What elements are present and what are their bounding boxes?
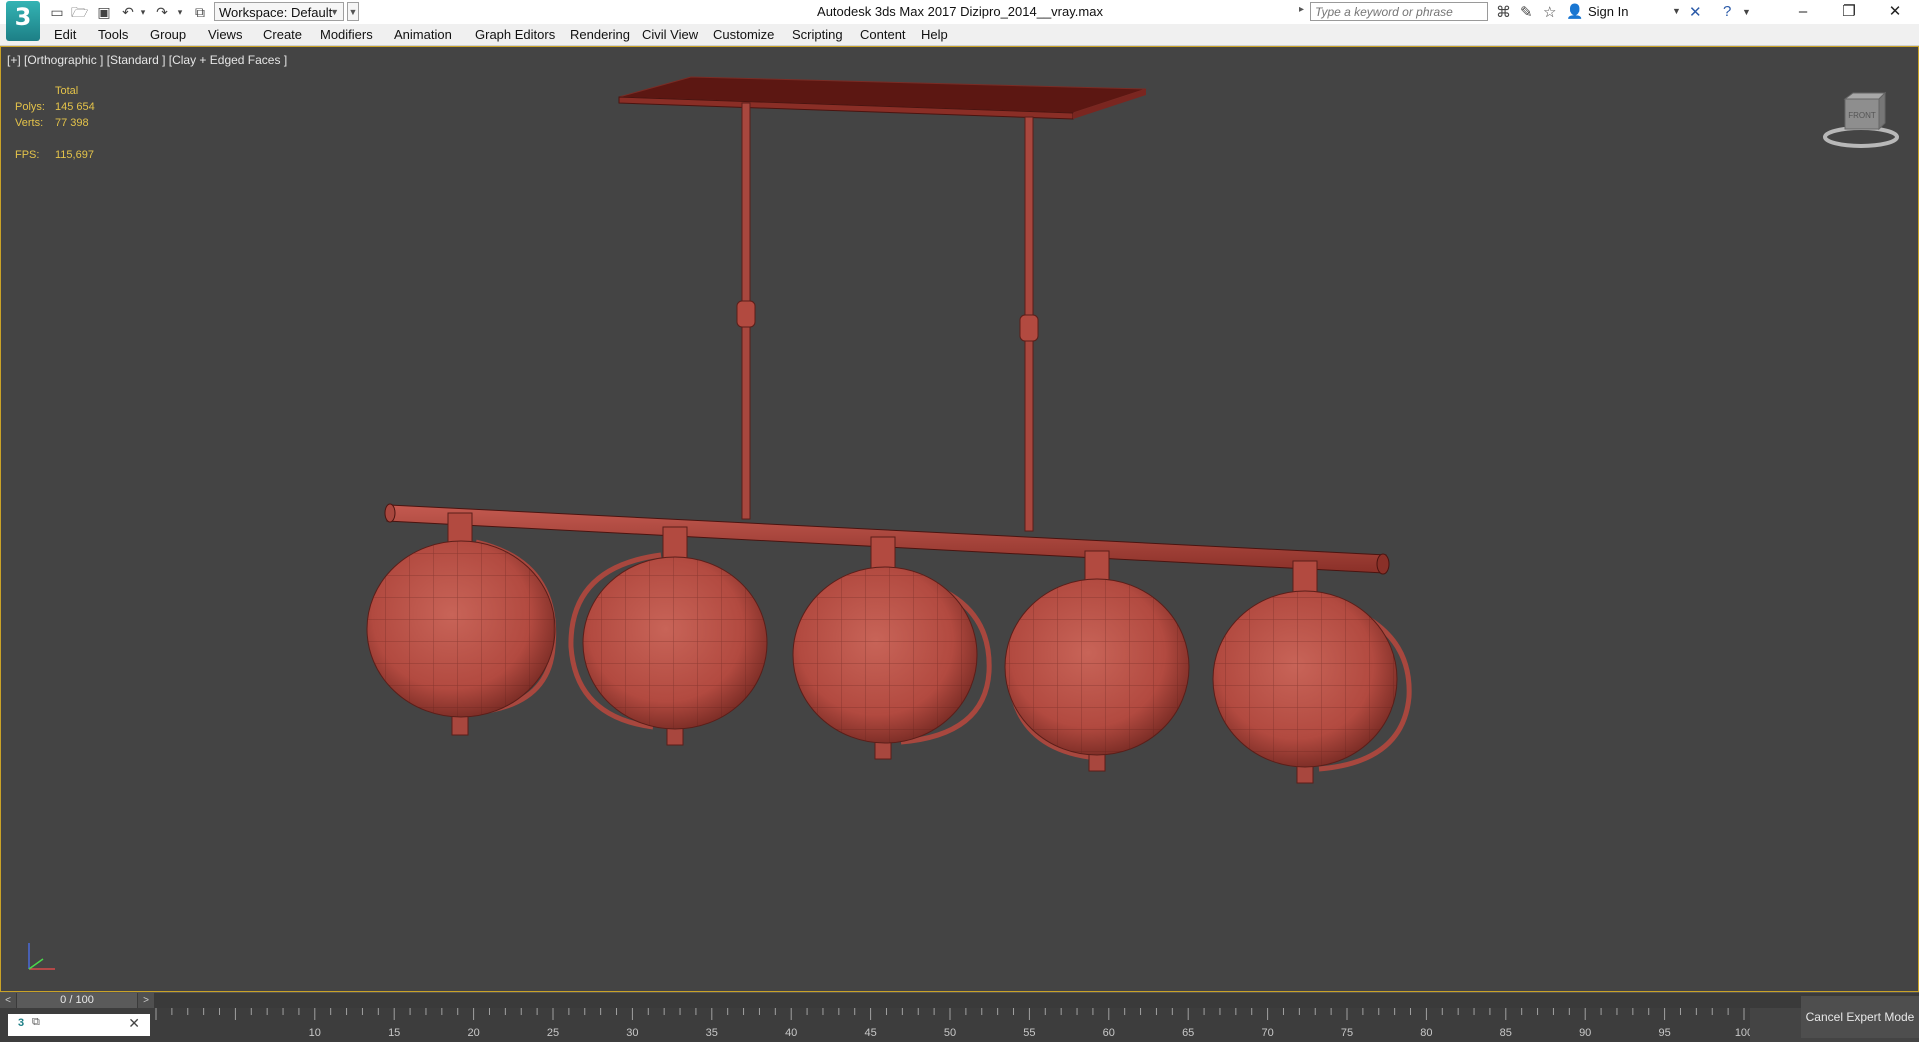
menu-graph-editors[interactable]: Graph Editors <box>471 24 559 45</box>
minimize-button[interactable]: – <box>1780 0 1826 24</box>
redo-icon[interactable]: ↷ <box>154 3 170 21</box>
menu-animation[interactable]: Animation <box>390 24 456 45</box>
new-file-icon[interactable]: ▭ <box>49 3 65 21</box>
app-icon: 3 <box>18 1017 25 1029</box>
chevron-down-icon: ▼ <box>330 7 339 17</box>
project-folder-icon[interactable]: ⧉ <box>192 3 208 21</box>
track-tick-label: 15 <box>388 1027 400 1039</box>
menu-create[interactable]: Create <box>259 24 306 45</box>
menu-edit[interactable]: Edit <box>50 24 80 45</box>
suspension-rods <box>736 102 1039 532</box>
viewport[interactable]: [+] [Orthographic ] [Standard ] [Clay + … <box>0 46 1919 992</box>
polys-label: Polys: <box>15 101 45 113</box>
track-tick-label: 80 <box>1420 1027 1432 1039</box>
close-button[interactable]: ✕ <box>1872 0 1918 24</box>
chevron-down-icon[interactable]: ▼ <box>1672 6 1681 16</box>
track-tick-label: 50 <box>944 1027 956 1039</box>
time-slider[interactable]: < 0 / 100 > <box>0 992 1919 1008</box>
track-tick-label: 100 <box>1735 1027 1750 1039</box>
menu-tools[interactable]: Tools <box>94 24 132 45</box>
scene-render <box>366 76 1412 784</box>
track-tick-label: 55 <box>1023 1027 1035 1039</box>
track-tick-label: 60 <box>1103 1027 1115 1039</box>
time-prev-button[interactable]: < <box>0 993 16 1008</box>
menu-customize[interactable]: Customize <box>709 24 778 45</box>
redo-dropdown-icon[interactable]: ▾ <box>175 3 185 21</box>
axis-tripod-icon <box>28 943 55 970</box>
favorites-star-icon[interactable]: ☆ <box>1543 3 1556 21</box>
globe-1 <box>366 512 557 736</box>
track-tick-label: 30 <box>626 1027 638 1039</box>
track-tick-label: 10 <box>309 1027 321 1039</box>
search-expand-icon[interactable]: ▸ <box>1299 4 1304 15</box>
exchange-apps-icon[interactable]: ✕ <box>1689 3 1702 21</box>
track-tick-label: 65 <box>1182 1027 1194 1039</box>
track-tick-label: 90 <box>1579 1027 1591 1039</box>
track-tick-label: 40 <box>785 1027 797 1039</box>
globe-2 <box>568 526 768 746</box>
track-tick-label: 85 <box>1500 1027 1512 1039</box>
chevron-down-icon[interactable]: ▼ <box>1742 7 1751 17</box>
window-icon: ⧉ <box>32 1016 40 1028</box>
menu-group[interactable]: Group <box>146 24 190 45</box>
viewcube-icon[interactable]: FRONT <box>1821 85 1901 155</box>
fps-label: FPS: <box>15 149 40 161</box>
sign-in-button[interactable]: Sign In <box>1588 0 1628 24</box>
ceiling-plate <box>618 76 1147 120</box>
verts-value: 77 398 <box>55 117 89 129</box>
workspace-label: Workspace: Default <box>219 5 333 20</box>
track-tick-label: 25 <box>547 1027 559 1039</box>
cancel-expert-mode-button[interactable]: Cancel Expert Mode <box>1801 996 1919 1038</box>
user-icon[interactable]: 👤 <box>1566 3 1583 20</box>
fps-value: 115,697 <box>55 149 94 161</box>
globe-5 <box>1212 560 1412 784</box>
menu-civil-view[interactable]: Civil View <box>638 24 702 45</box>
help-icon[interactable]: ? <box>1723 3 1731 20</box>
time-next-button[interactable]: > <box>138 993 154 1008</box>
title-bar: ▭ 🗁 ▣ ↶ ▾ ↷ ▾ ⧉ Workspace: Default ▼ ▼ A… <box>0 0 1919 25</box>
workspace-menu-button[interactable]: ▼ <box>347 2 359 21</box>
save-icon[interactable]: ▣ <box>96 3 112 21</box>
track-tick-label: 70 <box>1261 1027 1273 1039</box>
open-file-icon[interactable]: 🗁 <box>71 3 88 21</box>
track-tick-label: 20 <box>467 1027 479 1039</box>
menu-modifiers[interactable]: Modifiers <box>316 24 377 45</box>
menu-views[interactable]: Views <box>204 24 246 45</box>
subscription-icon[interactable]: ✎ <box>1520 3 1533 21</box>
workspace-select[interactable]: Workspace: Default ▼ <box>214 2 344 21</box>
menu-bar: Edit Tools Group Views Create Modifiers … <box>0 24 1919 46</box>
track-tick-label: 35 <box>706 1027 718 1039</box>
app-logo[interactable]: 3 <box>6 1 40 41</box>
menu-help[interactable]: Help <box>917 24 952 45</box>
viewport-label-menu[interactable]: [+] [Orthographic ] [Standard ] [Clay + … <box>7 53 287 67</box>
menu-content[interactable]: Content <box>856 24 910 45</box>
taskbar-area: 3 ⧉ ✕ <box>0 1008 152 1042</box>
viewcube-face-label: FRONT <box>1848 111 1876 120</box>
track-bar-ticks: 10 15 20 25 30 35 40 45 50 55 60 65 70 75 80 85 90 95 100 <box>155 1008 1750 1039</box>
verts-label: Verts: <box>15 117 44 129</box>
undo-dropdown-icon[interactable]: ▾ <box>138 3 148 21</box>
globe-4 <box>1004 550 1190 772</box>
track-bar[interactable]: 10 15 20 25 30 35 40 45 50 55 60 65 70 75 80 85 90 95 100 <box>150 1008 1750 1042</box>
menu-rendering[interactable]: Rendering <box>566 24 634 45</box>
track-tick-label: 45 <box>864 1027 876 1039</box>
time-slider-thumb[interactable]: 0 / 100 <box>17 993 137 1008</box>
close-icon[interactable]: ✕ <box>128 1015 140 1032</box>
search-input[interactable] <box>1310 2 1488 21</box>
track-tick-label: 95 <box>1658 1027 1670 1039</box>
polys-value: 145 654 <box>55 101 95 113</box>
restore-button[interactable]: ❐ <box>1826 0 1872 24</box>
track-tick-label: 75 <box>1341 1027 1353 1039</box>
undo-icon[interactable]: ↶ <box>120 3 136 21</box>
menu-scripting[interactable]: Scripting <box>788 24 847 45</box>
binoculars-icon[interactable]: ⌘ <box>1496 3 1511 21</box>
window-title: Autodesk 3ds Max 2017 Dizipro_2014__vray… <box>817 4 1103 19</box>
maxscript-mini-listener[interactable]: 3 ⧉ ✕ <box>8 1014 152 1036</box>
stats-header: Total <box>55 85 79 97</box>
globe-3 <box>792 536 992 760</box>
